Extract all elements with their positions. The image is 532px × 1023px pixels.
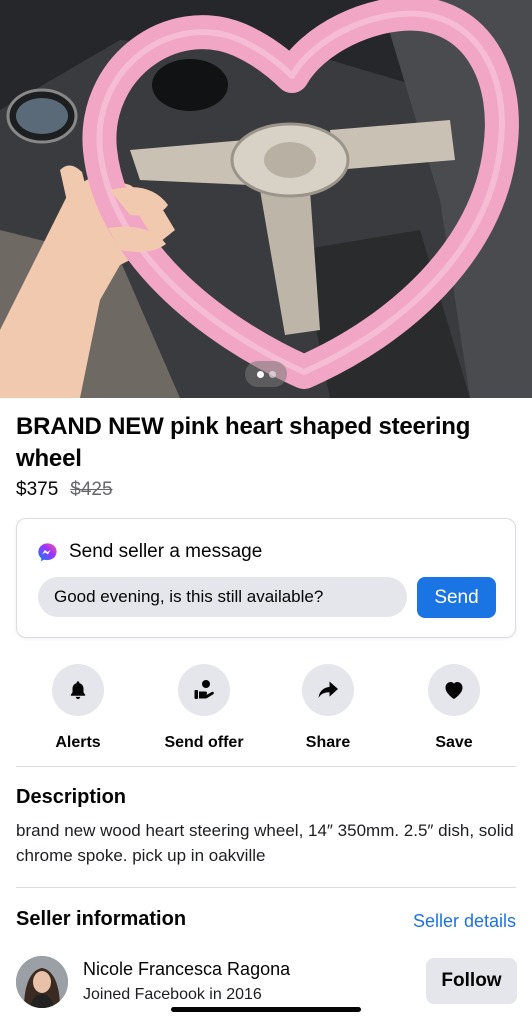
send-message-card: Send seller a message Good evening, is t… xyxy=(16,518,516,638)
description-heading: Description xyxy=(16,786,127,808)
bell-icon xyxy=(70,681,86,700)
pager-dot-active xyxy=(256,370,264,378)
share-label: Share xyxy=(305,734,351,751)
seller-joined-date: Joined Facebook in 2016 xyxy=(83,986,262,1003)
send-offer-circle[interactable] xyxy=(178,664,230,716)
send-offer-button[interactable]: Send offer xyxy=(139,664,269,752)
alerts-button[interactable]: Alerts xyxy=(13,664,143,752)
send-offer-label: Send offer xyxy=(164,734,244,751)
message-heading: Send seller a message xyxy=(69,541,263,562)
send-button[interactable]: Send xyxy=(417,577,496,618)
listing-original-price: $425 xyxy=(70,479,113,500)
save-circle[interactable] xyxy=(428,664,480,716)
heart-icon xyxy=(445,682,463,699)
save-button[interactable]: Save xyxy=(389,664,519,752)
avatar[interactable] xyxy=(16,956,68,1008)
send-offer-icon xyxy=(194,680,214,699)
action-bar: Alerts Send offer Share Save xyxy=(0,664,532,754)
pager-dot xyxy=(268,370,276,378)
save-label: Save xyxy=(435,734,473,751)
seller-info-heading: Seller information xyxy=(16,908,187,930)
divider xyxy=(16,766,516,767)
description-text: brand new wood heart steering wheel, 14″… xyxy=(16,821,514,865)
seller-avatar-image xyxy=(16,956,68,1008)
divider xyxy=(16,887,516,888)
message-heading-row: Send seller a message xyxy=(37,541,262,563)
price-row: $375 $425 xyxy=(16,478,113,502)
home-indicator xyxy=(171,1007,361,1012)
seller-name[interactable]: Nicole Francesca Ragona xyxy=(83,959,290,980)
share-button[interactable]: Share xyxy=(263,664,393,752)
follow-button[interactable]: Follow xyxy=(426,958,517,1004)
message-input[interactable]: Good evening, is this still available? xyxy=(38,577,407,617)
share-circle[interactable] xyxy=(302,664,354,716)
share-arrow-icon xyxy=(318,681,338,698)
listing-title: BRAND NEW pink heart shaped steering whe… xyxy=(16,413,471,472)
messenger-icon xyxy=(38,542,57,561)
alerts-circle[interactable] xyxy=(52,664,104,716)
listing-price: $375 xyxy=(16,479,59,500)
steering-wheel-photo xyxy=(0,0,532,398)
seller-details-link[interactable]: Seller details xyxy=(413,911,516,932)
photo-pager xyxy=(245,361,287,387)
alerts-label: Alerts xyxy=(55,734,101,751)
listing-photo[interactable] xyxy=(0,0,532,398)
